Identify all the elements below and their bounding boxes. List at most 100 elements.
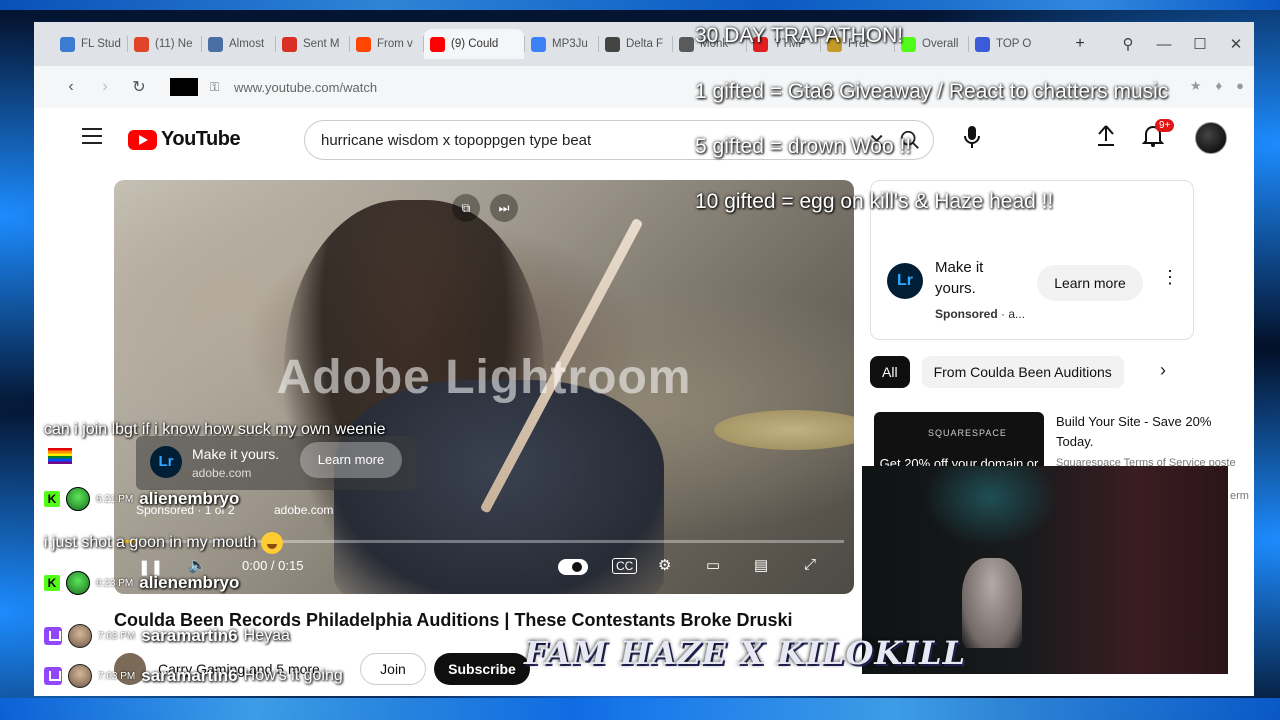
browser-tab[interactable]: (9) Could bbox=[424, 29, 524, 59]
tab-favicon-icon bbox=[356, 36, 371, 52]
tab-favicon-icon bbox=[134, 36, 149, 52]
search-tabs-icon[interactable]: ⚲ bbox=[1110, 35, 1146, 53]
minimize-button[interactable]: — bbox=[1146, 36, 1182, 53]
chat-time: 6:21 PM bbox=[96, 493, 134, 505]
chevron-right-icon[interactable]: › bbox=[1160, 360, 1166, 381]
maximize-button[interactable]: ☐ bbox=[1182, 35, 1218, 53]
player-top-controls: ⧉ ⏭ bbox=[452, 194, 518, 222]
browser-tab[interactable]: From v bbox=[350, 29, 423, 59]
tab-favicon-icon bbox=[208, 36, 223, 52]
redacted-box bbox=[170, 78, 198, 96]
user-avatar bbox=[68, 624, 92, 648]
lightroom-logo-icon: Lr bbox=[150, 446, 182, 478]
captions-icon[interactable]: CC bbox=[612, 558, 638, 574]
extension-icons: ★ ♦ ● bbox=[1190, 78, 1244, 94]
webcam-chair bbox=[962, 558, 1022, 648]
squarespace-brand: SQUARESPACE bbox=[928, 428, 1007, 438]
stream-brand-logo: FAM HAZE X KILOKILL bbox=[524, 634, 967, 672]
chat-time: 7:03 PM bbox=[98, 670, 136, 682]
time-display: 0:00 / 0:15 bbox=[242, 558, 304, 573]
menu-icon[interactable] bbox=[82, 128, 102, 144]
extension-icon[interactable]: ● bbox=[1236, 78, 1244, 94]
sponsored-suffix: · a... bbox=[997, 307, 1026, 321]
pride-flag-emote bbox=[48, 448, 72, 464]
chat-message: can i join lbgt if i know how suck my ow… bbox=[44, 421, 386, 438]
sponsored-label: Sponsored bbox=[935, 307, 998, 321]
join-button[interactable]: Join bbox=[360, 653, 426, 685]
tab-favicon-icon bbox=[605, 36, 620, 52]
browser-tab[interactable]: MP3Ju bbox=[525, 29, 598, 59]
miniplayer-icon[interactable]: ⧉ bbox=[452, 194, 480, 222]
chip-from-channel[interactable]: From Coulda Been Auditions bbox=[921, 356, 1124, 388]
kick-badge-icon: K bbox=[44, 575, 60, 591]
subscribe-button[interactable]: Subscribe bbox=[434, 653, 530, 685]
frame-bottom-border bbox=[0, 698, 1280, 720]
ad-watermark: Adobe Lightroom bbox=[276, 351, 692, 404]
ad-sponsored-domain: adobe.com bbox=[274, 503, 334, 517]
reload-icon[interactable]: ↻ bbox=[122, 77, 156, 97]
extension-icon[interactable]: ♦ bbox=[1216, 78, 1223, 94]
url-field[interactable]: www.youtube.com/watch bbox=[234, 80, 377, 95]
youtube-header: YouTube hurricane wisdom x topoppgen typ… bbox=[34, 108, 1254, 168]
tab-label: TOP O bbox=[996, 38, 1032, 50]
new-tab-button[interactable]: + bbox=[1070, 34, 1090, 54]
youtube-wordmark: YouTube bbox=[161, 128, 241, 150]
overlay-goal-10: 10 gifted = egg on kill's & Haze head !! bbox=[695, 190, 1054, 213]
tab-favicon-icon bbox=[430, 36, 445, 52]
recommendation-meta-tail: erm bbox=[1230, 490, 1249, 502]
site-info-icon[interactable]: ⚿ bbox=[210, 80, 222, 94]
browser-tab[interactable]: Sent M bbox=[276, 29, 349, 59]
search-query: hurricane wisdom x topoppgen type beat bbox=[321, 131, 592, 149]
chat-user-line: 7:03 PM saramartin6 Heyaa bbox=[44, 624, 290, 648]
sidebar-ad-title: Make it yours. bbox=[935, 259, 984, 297]
tab-label: FL Stud bbox=[81, 38, 121, 50]
browser-tab[interactable]: Delta F bbox=[599, 29, 672, 59]
kick-badge-icon: K bbox=[44, 491, 60, 507]
browser-tab[interactable]: (11) Ne bbox=[128, 29, 201, 59]
back-icon[interactable]: ‹ bbox=[54, 78, 88, 96]
tab-label: (9) Could bbox=[451, 38, 499, 50]
lightroom-logo-icon: Lr bbox=[887, 263, 923, 299]
chat-time: 6:23 PM bbox=[96, 577, 134, 589]
browser-tab[interactable]: FL Stud bbox=[54, 29, 127, 59]
ad-title: Make it yours. bbox=[192, 446, 280, 462]
forward-icon[interactable]: › bbox=[88, 78, 122, 96]
browser-tab[interactable]: TOP O bbox=[969, 29, 1042, 59]
browser-tab[interactable]: Overall bbox=[895, 29, 968, 59]
youtube-logo[interactable]: YouTube bbox=[128, 128, 241, 151]
chat-message: i just shot a goon in my mouth bbox=[44, 532, 284, 554]
sidebar-learn-more-button[interactable]: Learn more bbox=[1037, 265, 1143, 301]
overlay-title: 30 DAY TRAPATHON! bbox=[695, 24, 904, 47]
chip-all[interactable]: All bbox=[870, 356, 910, 388]
account-avatar[interactable] bbox=[1195, 122, 1227, 154]
more-options-icon[interactable]: ⋮ bbox=[1161, 267, 1179, 288]
tab-label: Delta F bbox=[626, 38, 664, 50]
chat-username: alienembryo bbox=[139, 489, 240, 508]
chat-user-line: K 6:23 PM alienembryo bbox=[44, 571, 239, 595]
chat-user-line: K 6:21 PM alienembryo bbox=[44, 487, 239, 511]
chat-text: How's it going bbox=[243, 667, 343, 684]
recommendation-title[interactable]: Build Your Site - Save 20% Today. bbox=[1056, 412, 1246, 452]
sidebar-ad-sponsored: Sponsored · a... bbox=[935, 307, 1025, 321]
theater-mode-icon[interactable]: ▭ bbox=[706, 556, 720, 574]
autoplay-toggle[interactable] bbox=[558, 559, 588, 575]
youtube-play-icon bbox=[128, 129, 157, 150]
ad-domain: adobe.com bbox=[192, 466, 252, 480]
tab-favicon-icon bbox=[531, 36, 546, 52]
extension-icon[interactable]: ★ bbox=[1190, 78, 1202, 94]
fullscreen-icon[interactable]: ⤢ bbox=[804, 556, 816, 573]
tab-label: From v bbox=[377, 38, 413, 50]
chat-text: Heyaa bbox=[243, 627, 290, 644]
cast-icon[interactable]: ▤ bbox=[754, 556, 768, 574]
settings-gear-icon[interactable]: ⚙ bbox=[658, 556, 671, 574]
microphone-icon[interactable] bbox=[962, 124, 982, 150]
create-upload-icon[interactable] bbox=[1096, 124, 1116, 148]
ad-learn-more-button[interactable]: Learn more bbox=[300, 442, 402, 478]
skip-icon[interactable]: ⏭ bbox=[490, 194, 518, 222]
twitch-badge-icon bbox=[44, 667, 62, 685]
tab-favicon-icon bbox=[679, 36, 694, 52]
browser-tab[interactable]: Almost bbox=[202, 29, 275, 59]
chat-username: saramartin6 bbox=[141, 666, 238, 685]
close-window-button[interactable]: ✕ bbox=[1218, 35, 1254, 53]
tab-label: (11) Ne bbox=[155, 38, 193, 50]
